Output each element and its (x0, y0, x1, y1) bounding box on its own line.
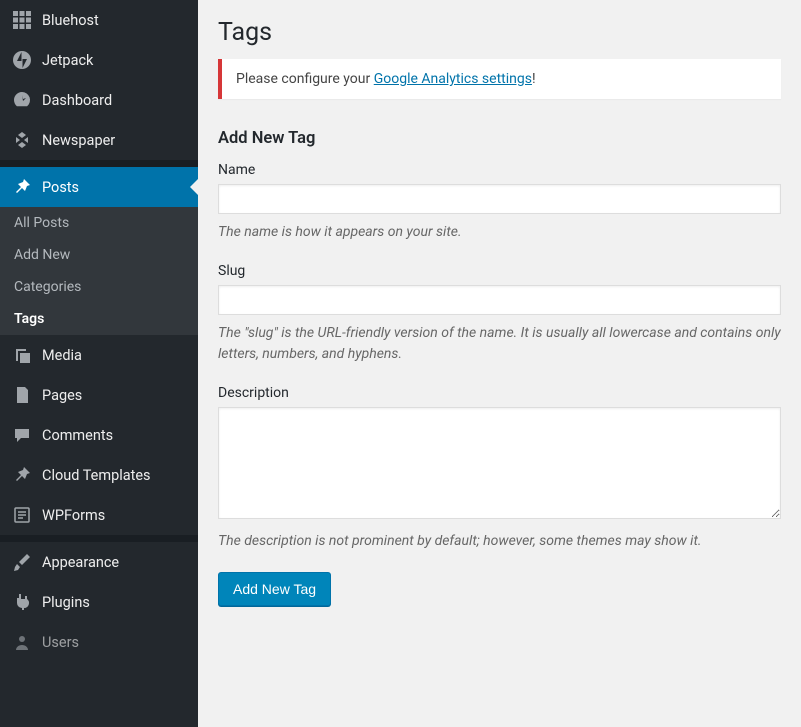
sidebar-sub-add-new[interactable]: Add New (0, 239, 198, 271)
brush-icon (12, 552, 32, 572)
notice-text-post: ! (532, 71, 536, 87)
page-title: Tags (218, 0, 781, 59)
sidebar: Bluehost Jetpack Dashboard Newspaper Pos… (0, 0, 198, 727)
media-icon (12, 345, 32, 365)
main-content: Tags Please configure your Google Analyt… (198, 0, 801, 727)
sidebar-item-users[interactable]: Users (0, 622, 198, 662)
input-slug[interactable] (218, 285, 781, 315)
sidebar-label-plugins: Plugins (42, 594, 90, 611)
plug-icon (12, 592, 32, 612)
sidebar-sub-tags[interactable]: Tags (0, 303, 198, 335)
sidebar-label-bluehost: Bluehost (42, 12, 99, 29)
jetpack-icon (12, 50, 32, 70)
sidebar-label-wpforms: WPForms (42, 507, 105, 524)
sidebar-label-jetpack: Jetpack (42, 52, 93, 69)
comments-icon (12, 425, 32, 445)
sidebar-separator (0, 160, 198, 167)
sidebar-separator (0, 535, 198, 542)
newspaper-icon (12, 130, 32, 150)
sidebar-label-posts: Posts (42, 179, 79, 196)
sidebar-submenu-posts: All Posts Add New Categories Tags (0, 207, 198, 335)
sidebar-item-appearance[interactable]: Appearance (0, 542, 198, 582)
help-description: The description is not prominent by defa… (218, 531, 781, 552)
help-slug: The "slug" is the URL-friendly version o… (218, 323, 781, 365)
label-description: Description (218, 385, 781, 401)
sidebar-item-comments[interactable]: Comments (0, 415, 198, 455)
input-name[interactable] (218, 184, 781, 214)
sidebar-sub-categories[interactable]: Categories (0, 271, 198, 303)
wpforms-icon (12, 505, 32, 525)
notice-ga: Please configure your Google Analytics s… (218, 59, 781, 99)
sidebar-item-bluehost[interactable]: Bluehost (0, 0, 198, 40)
dashboard-icon (12, 90, 32, 110)
sidebar-sub-all-posts[interactable]: All Posts (0, 207, 198, 239)
sidebar-label-comments: Comments (42, 427, 113, 444)
sidebar-item-media[interactable]: Media (0, 335, 198, 375)
sidebar-item-posts[interactable]: Posts (0, 167, 198, 207)
sidebar-label-dashboard: Dashboard (42, 92, 112, 109)
pages-icon (12, 385, 32, 405)
sidebar-label-cloud-templates: Cloud Templates (42, 467, 151, 484)
help-name: The name is how it appears on your site. (218, 222, 781, 243)
label-slug: Slug (218, 263, 781, 279)
notice-text-pre: Please configure your (236, 71, 374, 87)
sidebar-label-newspaper: Newspaper (42, 132, 115, 149)
sidebar-label-users: Users (42, 634, 79, 651)
bluehost-icon (12, 10, 32, 30)
sidebar-item-dashboard[interactable]: Dashboard (0, 80, 198, 120)
sidebar-item-newspaper[interactable]: Newspaper (0, 120, 198, 160)
sidebar-label-appearance: Appearance (42, 554, 119, 571)
add-new-tag-button[interactable]: Add New Tag (218, 572, 331, 606)
pin-icon (12, 465, 32, 485)
sidebar-label-pages: Pages (42, 387, 82, 404)
label-name: Name (218, 162, 781, 178)
notice-link[interactable]: Google Analytics settings (374, 71, 532, 87)
sidebar-item-pages[interactable]: Pages (0, 375, 198, 415)
sidebar-item-jetpack[interactable]: Jetpack (0, 40, 198, 80)
users-icon (12, 632, 32, 652)
sidebar-item-wpforms[interactable]: WPForms (0, 495, 198, 535)
sidebar-item-cloud-templates[interactable]: Cloud Templates (0, 455, 198, 495)
input-description[interactable] (218, 407, 781, 519)
sidebar-item-plugins[interactable]: Plugins (0, 582, 198, 622)
sidebar-label-media: Media (42, 347, 82, 364)
pin-icon (12, 177, 32, 197)
section-title-add-tag: Add New Tag (218, 129, 781, 148)
